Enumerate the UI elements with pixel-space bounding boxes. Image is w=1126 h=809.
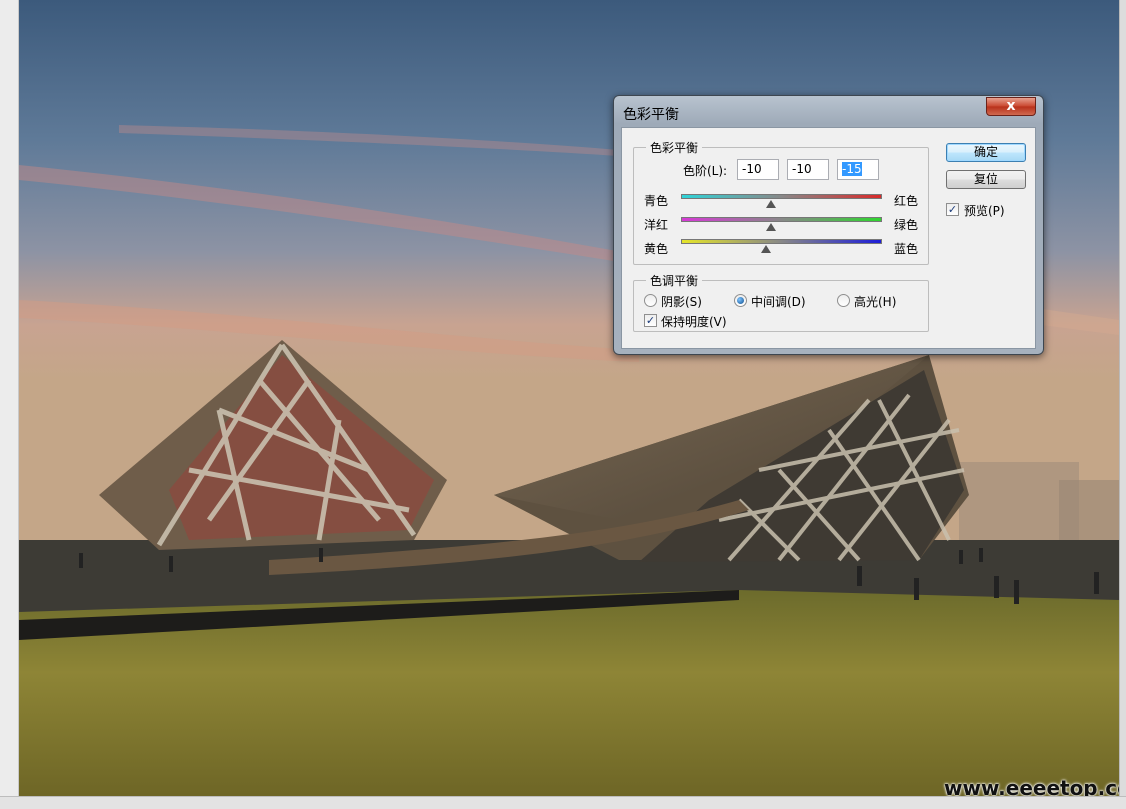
color-balance-group: 色彩平衡 色阶(L): -10 -10 -15 青色 红色 洋红 绿色 黄色 蓝… [633,139,929,265]
canvas-left-gutter [0,0,19,809]
close-icon: x [1006,98,1016,114]
reset-button[interactable]: 复位 [946,170,1026,189]
slider-right-label-green: 绿色 [894,218,919,232]
radio-midtones[interactable] [734,294,747,307]
slider-left-label-cyan: 青色 [644,194,669,208]
level-input-magenta-green[interactable]: -10 [787,159,829,180]
slider-track-cyan-red[interactable] [681,194,882,199]
radio-midtones-label[interactable]: 中间调(D) [751,293,806,310]
slider-left-label-magenta: 洋红 [644,218,669,232]
radio-highlights[interactable] [837,294,850,307]
dialog-titlebar[interactable]: 色彩平衡 x [614,96,1043,124]
radio-highlights-label[interactable]: 高光(H) [854,293,896,310]
vertical-scrollbar[interactable] [1119,0,1126,809]
ok-button[interactable]: 确定 [946,143,1026,162]
radio-shadows-label[interactable]: 阴影(S) [661,293,702,310]
dialog-client-area: 色彩平衡 色阶(L): -10 -10 -15 青色 红色 洋红 绿色 黄色 蓝… [621,127,1036,349]
slider-left-label-yellow: 黄色 [644,242,669,256]
preserve-luminosity-label[interactable]: 保持明度(V) [661,313,727,330]
dialog-title: 色彩平衡 [623,107,679,123]
tone-balance-group-label: 色调平衡 [646,272,703,289]
slider-track-yellow-blue[interactable] [681,239,882,244]
watermark-text: www.eeeetop.com [944,776,1119,796]
level-input-cyan-red[interactable]: -10 [737,159,779,180]
levels-label: 色阶(L): [683,164,728,178]
level-input-yellow-blue[interactable]: -15 [837,159,879,180]
close-button[interactable]: x [986,97,1036,116]
preview-label[interactable]: 预览(P) [964,202,1005,219]
slider-track-magenta-green[interactable] [681,217,882,222]
check-icon: ✓ [645,314,656,327]
radio-shadows[interactable] [644,294,657,307]
color-balance-dialog: 色彩平衡 x 色彩平衡 色阶(L): -10 -10 -15 青色 红色 洋红 … [613,95,1044,355]
status-bar [0,796,1126,809]
tone-balance-group: 色调平衡 阴影(S) 中间调(D) 高光(H) ✓ 保持明度(V) [633,272,929,332]
slider-right-label-red: 红色 [894,194,919,208]
slider-thumb-yellow-blue[interactable] [761,245,771,253]
slider-thumb-magenta-green[interactable] [766,223,776,231]
preview-checkbox[interactable]: ✓ [946,203,959,216]
preserve-luminosity-checkbox[interactable]: ✓ [644,314,657,327]
slider-right-label-blue: 蓝色 [894,242,919,256]
color-balance-group-label: 色彩平衡 [646,139,703,156]
check-icon: ✓ [947,203,958,216]
slider-thumb-cyan-red[interactable] [766,200,776,208]
